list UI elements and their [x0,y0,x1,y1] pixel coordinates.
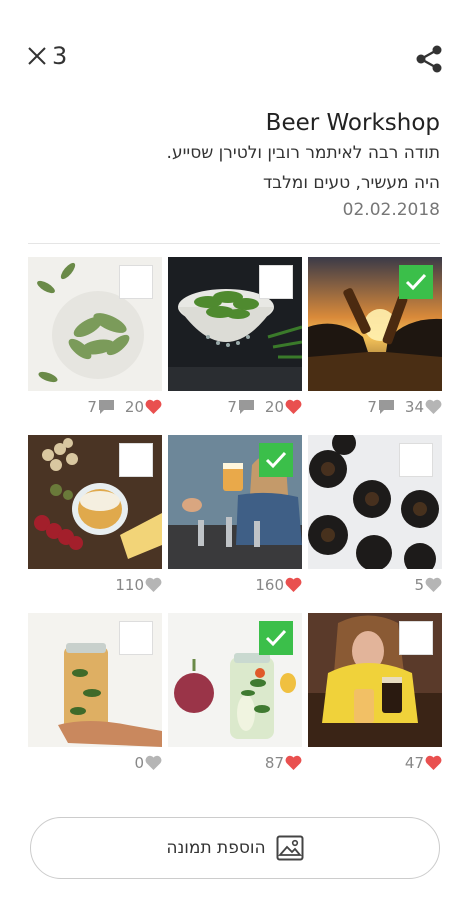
photo-tile[interactable] [308,435,442,569]
heart-icon [425,755,442,770]
photo-stats: 160 [255,576,302,594]
select-checkbox[interactable] [399,621,433,655]
heart-icon [145,577,162,592]
comment-count[interactable]: 7 [87,398,115,416]
like-count[interactable]: 87 [265,754,302,772]
photo-tile[interactable] [308,257,442,391]
select-checkbox[interactable] [119,265,153,299]
photo-cell: 160 [168,435,302,613]
photo-cell: 87 [168,613,302,791]
comment-icon [378,400,394,414]
photo-tile[interactable] [28,613,162,747]
share-icon[interactable] [414,44,444,74]
like-count[interactable]: 20 [265,398,302,416]
photo-cell: 7 20 [28,257,162,435]
photo-cell: 7 34 [308,257,442,435]
photo-tile[interactable] [308,613,442,747]
like-count[interactable]: 110 [115,576,162,594]
close-selection-button[interactable]: 3 [26,42,67,70]
checkmark-icon [405,273,427,291]
select-checkbox[interactable] [259,443,293,477]
image-icon [276,835,304,861]
add-photo-label: הוספת תמונה [166,838,266,858]
like-count[interactable]: 160 [255,576,302,594]
heart-icon [285,755,302,770]
album-date: 02.02.2018 [342,200,440,220]
heart-icon [425,577,442,592]
like-count[interactable]: 34 [405,398,442,416]
photo-tile[interactable] [28,257,162,391]
photo-grid: 7 34 7 20 7 20 5 160 110 47 87 0 [28,257,442,791]
checkmark-icon [265,629,287,647]
heart-icon [145,755,162,770]
comment-count[interactable]: 7 [367,398,395,416]
heart-icon [425,399,442,414]
photo-cell: 7 20 [168,257,302,435]
photo-stats: 110 [115,576,162,594]
like-count[interactable]: 0 [134,754,162,772]
photo-tile[interactable] [168,435,302,569]
photo-stats: 47 [405,754,442,772]
add-photo-button[interactable]: הוספת תמונה [30,817,440,879]
photo-cell: 47 [308,613,442,791]
select-checkbox[interactable] [259,621,293,655]
like-count[interactable]: 5 [414,576,442,594]
select-checkbox[interactable] [399,265,433,299]
photo-stats: 7 20 [87,398,162,416]
select-checkbox[interactable] [259,265,293,299]
heart-icon [285,399,302,414]
photo-stats: 7 20 [227,398,302,416]
divider [28,243,440,244]
select-checkbox[interactable] [399,443,433,477]
heart-icon [285,577,302,592]
like-count[interactable]: 20 [125,398,162,416]
album-title: Beer Workshop [265,110,440,136]
photo-tile[interactable] [168,613,302,747]
photo-tile[interactable] [28,435,162,569]
comment-icon [238,400,254,414]
photo-cell: 5 [308,435,442,613]
photo-stats: 0 [134,754,162,772]
comment-icon [98,400,114,414]
select-checkbox[interactable] [119,443,153,477]
heart-icon [145,399,162,414]
photo-stats: 5 [414,576,442,594]
album-header: Beer Workshop תודה רבה לאיתמר רובין ולטי… [28,110,440,220]
close-icon [28,47,46,65]
album-description: תודה רבה לאיתמר רובין ולטירן שסייע. היה … [166,143,440,193]
photo-tile[interactable] [168,257,302,391]
like-count[interactable]: 47 [405,754,442,772]
photo-stats: 87 [265,754,302,772]
top-bar: 3 [26,42,444,82]
photo-cell: 110 [28,435,162,613]
select-checkbox[interactable] [119,621,153,655]
photo-cell: 0 [28,613,162,791]
comment-count[interactable]: 7 [227,398,255,416]
photo-stats: 7 34 [367,398,442,416]
selected-count: 3 [52,42,68,70]
checkmark-icon [265,451,287,469]
